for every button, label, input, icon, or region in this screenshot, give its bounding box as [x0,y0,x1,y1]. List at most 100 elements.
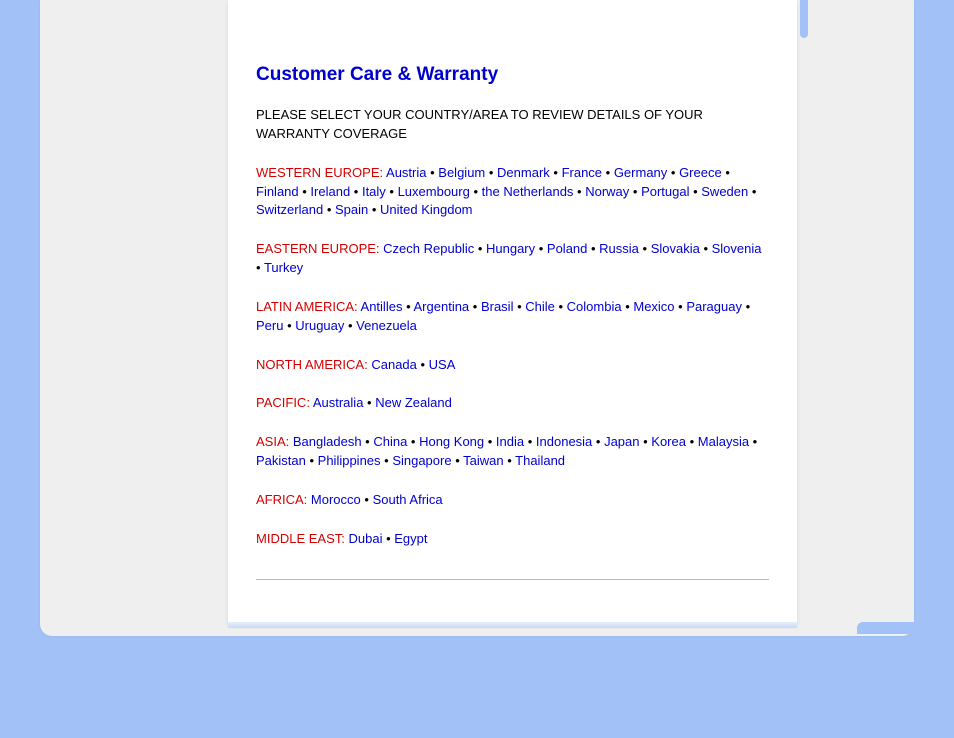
country-link[interactable]: Germany [614,165,667,180]
intro-text: PLEASE SELECT YOUR COUNTRY/AREA TO REVIE… [256,106,769,144]
separator-dot: • [524,434,536,449]
country-link[interactable]: Egypt [394,531,427,546]
region-label: LATIN AMERICA: [256,299,358,314]
separator-dot: • [382,531,394,546]
country-link[interactable]: Brasil [481,299,514,314]
content-panel: Customer Care & Warranty PLEASE SELECT Y… [228,0,797,628]
separator-dot: • [748,184,756,199]
country-link[interactable]: Canada [371,357,417,372]
country-link[interactable]: Poland [547,241,587,256]
country-link[interactable]: China [373,434,407,449]
country-link[interactable]: France [562,165,602,180]
country-link[interactable]: Peru [256,318,283,333]
separator-dot: • [667,165,679,180]
country-link[interactable]: Indonesia [536,434,592,449]
separator-dot: • [689,184,701,199]
country-link[interactable]: Italy [362,184,386,199]
separator-dot: • [362,434,374,449]
separator-dot: • [299,184,311,199]
country-link[interactable]: Dubai [348,531,382,546]
region-block: WESTERN EUROPE: Austria • Belgium • Denm… [256,164,769,221]
country-link[interactable]: Malaysia [698,434,749,449]
country-link[interactable]: Portugal [641,184,689,199]
country-link[interactable]: Hong Kong [419,434,484,449]
country-link[interactable]: South Africa [373,492,443,507]
country-link[interactable]: USA [429,357,456,372]
region-block: AFRICA: Morocco • South Africa [256,491,769,510]
separator-dot: • [749,434,757,449]
region-label: PACIFIC: [256,395,310,410]
separator-dot: • [742,299,750,314]
country-link[interactable]: Luxembourg [398,184,470,199]
region-block: ASIA: Bangladesh • China • Hong Kong • I… [256,433,769,471]
separator-dot: • [344,318,356,333]
separator-dot: • [381,453,393,468]
footer-strip [228,622,797,628]
country-link[interactable]: Pakistan [256,453,306,468]
country-link[interactable]: Mexico [633,299,674,314]
country-link[interactable]: New Zealand [375,395,452,410]
country-link[interactable]: Japan [604,434,639,449]
country-link[interactable]: Denmark [497,165,550,180]
country-link[interactable]: Ireland [310,184,350,199]
country-link[interactable]: Finland [256,184,299,199]
country-link[interactable]: Thailand [515,453,565,468]
country-link[interactable]: Morocco [311,492,361,507]
separator-dot: • [622,299,634,314]
country-link[interactable]: Antilles [361,299,403,314]
country-link[interactable]: Philippines [318,453,381,468]
country-link[interactable]: Colombia [567,299,622,314]
country-link[interactable]: Chile [525,299,555,314]
separator-dot: • [361,492,373,507]
page-frame: Customer Care & Warranty PLEASE SELECT Y… [40,0,914,636]
separator-dot: • [402,299,413,314]
country-link[interactable]: Korea [651,434,686,449]
country-link[interactable]: Russia [599,241,639,256]
separator-dot: • [555,299,567,314]
country-link[interactable]: Spain [335,202,368,217]
country-link[interactable]: Czech Republic [383,241,474,256]
country-link[interactable]: Slovenia [712,241,762,256]
separator-dot: • [427,165,439,180]
country-link[interactable]: Bangladesh [293,434,362,449]
separator-dot: • [484,434,496,449]
country-link[interactable]: Hungary [486,241,535,256]
region-label: MIDDLE EAST: [256,531,345,546]
country-link[interactable]: Greece [679,165,722,180]
region-label: WESTERN EUROPE: [256,165,383,180]
decorative-notch-top [800,0,808,38]
country-link[interactable]: United Kingdom [380,202,473,217]
country-link[interactable]: Uruguay [295,318,344,333]
separator-dot: • [470,184,482,199]
country-link[interactable]: Venezuela [356,318,417,333]
country-link[interactable]: Singapore [392,453,451,468]
separator-dot: • [535,241,547,256]
separator-dot: • [452,453,464,468]
country-link[interactable]: Turkey [264,260,303,275]
country-link[interactable]: Sweden [701,184,748,199]
country-link[interactable]: the Netherlands [482,184,574,199]
separator-dot: • [469,299,481,314]
separator-dot: • [629,184,641,199]
separator-dot: • [368,202,380,217]
separator-dot: • [306,453,318,468]
separator-dot: • [407,434,419,449]
country-link[interactable]: Taiwan [463,453,503,468]
country-link[interactable]: Argentina [414,299,470,314]
separator-dot: • [513,299,525,314]
country-link[interactable]: Norway [585,184,629,199]
separator-dot: • [323,202,335,217]
country-link[interactable]: Paraguay [686,299,742,314]
region-block: EASTERN EUROPE: Czech Republic • Hungary… [256,240,769,278]
separator-dot: • [602,165,614,180]
country-link[interactable]: Austria [386,165,426,180]
separator-dot: • [550,165,562,180]
region-label: ASIA: [256,434,289,449]
country-link[interactable]: India [496,434,524,449]
country-link[interactable]: Switzerland [256,202,323,217]
country-link[interactable]: Australia [313,395,364,410]
country-link[interactable]: Belgium [438,165,485,180]
country-link[interactable]: Slovakia [651,241,700,256]
decorative-notch-bottom [857,622,925,634]
separator-dot: • [256,260,264,275]
